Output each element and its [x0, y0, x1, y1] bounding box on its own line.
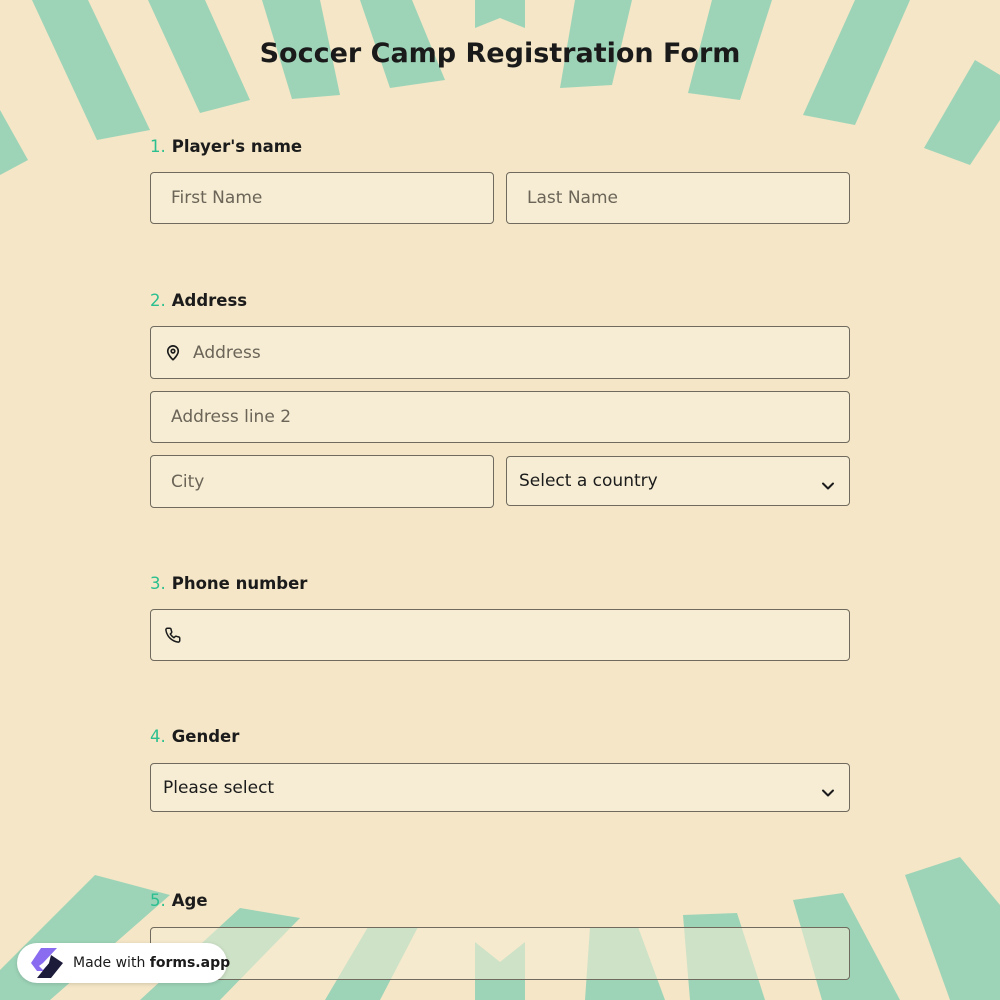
- forms-app-logo-icon: [27, 946, 65, 980]
- country-selected-value: Select a country: [519, 471, 658, 491]
- chevron-down-icon: [821, 783, 835, 796]
- last-name-input[interactable]: Last Name: [506, 172, 850, 224]
- address-input[interactable]: Address: [150, 326, 850, 379]
- question-label-gender: 4. Gender: [150, 727, 239, 746]
- question-number: 1.: [150, 137, 166, 156]
- city-input[interactable]: City: [150, 455, 494, 508]
- badge-prefix: Made with: [73, 955, 146, 971]
- question-label-phone: 3. Phone number: [150, 574, 307, 593]
- form-title: Soccer Camp Registration Form: [259, 38, 741, 69]
- badge-text: Made with forms.app: [73, 955, 230, 971]
- made-with-badge[interactable]: Made with forms.app: [17, 943, 230, 983]
- question-label-address: 2. Address: [150, 291, 247, 310]
- address-line-2-input[interactable]: Address line 2: [150, 391, 850, 443]
- question-text: Phone number: [171, 574, 308, 593]
- question-number: 2.: [150, 291, 166, 310]
- age-input[interactable]: [150, 927, 850, 980]
- city-placeholder: City: [171, 471, 205, 492]
- country-select[interactable]: Select a country: [506, 456, 850, 506]
- question-label-player-name: 1. Player's name: [150, 137, 302, 156]
- question-text: Gender: [171, 727, 240, 746]
- question-label-age: 5. Age: [150, 891, 208, 910]
- phone-input[interactable]: [150, 609, 850, 661]
- phone-icon: [164, 626, 182, 644]
- question-text: Address: [171, 291, 248, 310]
- gender-select[interactable]: Please select: [150, 763, 850, 812]
- last-name-placeholder: Last Name: [527, 188, 618, 208]
- gender-selected-value: Please select: [163, 777, 275, 798]
- question-number: 5.: [150, 891, 166, 910]
- question-text: Age: [171, 891, 208, 910]
- map-pin-icon: [164, 344, 182, 362]
- first-name-input[interactable]: First Name: [150, 172, 494, 224]
- address-placeholder: Address: [193, 342, 261, 363]
- chevron-down-icon: [821, 476, 835, 490]
- badge-brand: forms.app: [149, 955, 231, 971]
- address-line-2-placeholder: Address line 2: [171, 407, 292, 427]
- question-number: 3.: [150, 574, 166, 593]
- question-text: Player's name: [171, 137, 303, 156]
- question-number: 4.: [150, 727, 166, 746]
- first-name-placeholder: First Name: [171, 188, 263, 208]
